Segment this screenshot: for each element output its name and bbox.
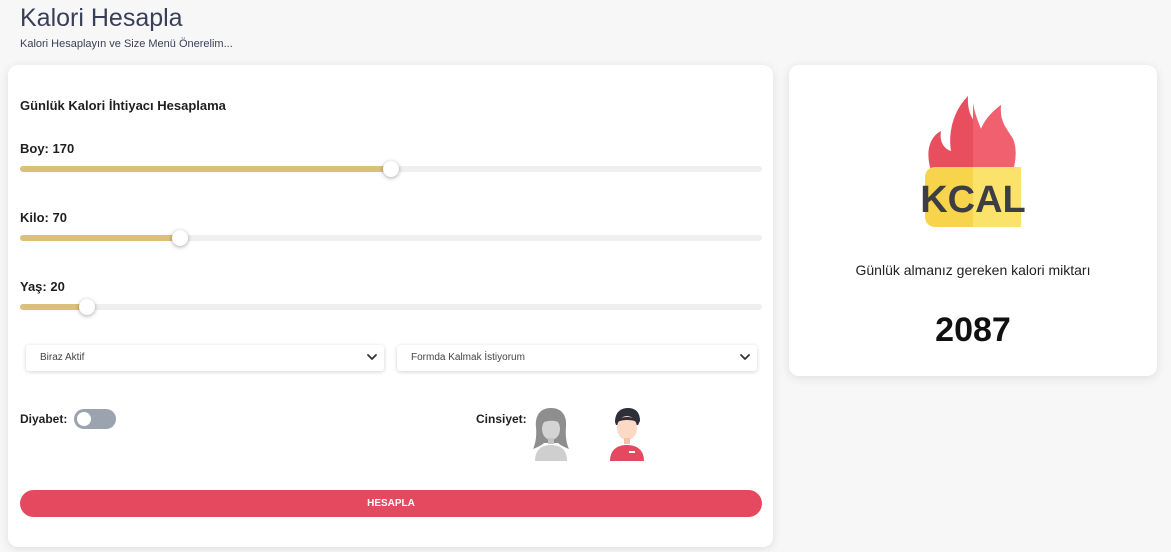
age-label: Yaş: 20 (20, 279, 65, 294)
goal-select-value: Formda Kalmak İstiyorum (411, 352, 525, 363)
activity-select[interactable]: Biraz Aktif (26, 345, 384, 371)
kcal-text: KCAL (920, 179, 1026, 221)
section-title: Günlük Kalori İhtiyacı Hesaplama (20, 98, 226, 113)
slider-thumb[interactable] (383, 161, 399, 177)
calculator-card: Günlük Kalori İhtiyacı Hesaplama Boy: 17… (8, 65, 773, 547)
slider-fill (20, 235, 180, 241)
chevron-down-icon (367, 354, 377, 360)
weight-slider[interactable] (20, 230, 762, 246)
diyabet-label: Diyabet: (20, 412, 68, 426)
result-label: Günlük almanız gereken kalori miktarı (855, 262, 1091, 278)
page-title: Kalori Hesapla (20, 4, 183, 32)
slider-fill (20, 304, 87, 310)
height-slider[interactable] (20, 161, 762, 177)
goal-select[interactable]: Formda Kalmak İstiyorum (397, 345, 757, 371)
slider-fill (20, 166, 391, 172)
page-subtitle: Kalori Hesaplayın ve Size Menü Önerelim.… (20, 38, 233, 50)
slider-thumb[interactable] (171, 230, 188, 246)
weight-label: Kilo: 70 (20, 210, 67, 225)
toggle-knob (77, 412, 91, 426)
kcal-flame-icon: KCAL (920, 96, 1026, 227)
cinsiyet-label: Cinsiyet: (476, 412, 527, 426)
activity-select-value: Biraz Aktif (40, 352, 85, 363)
result-card: KCAL Günlük almanız gereken kalori mikta… (789, 65, 1157, 376)
chevron-down-icon (740, 354, 750, 360)
diyabet-toggle[interactable] (74, 409, 116, 429)
slider-thumb[interactable] (78, 299, 95, 315)
result-value: 2087 (935, 311, 1011, 349)
female-avatar-icon[interactable] (530, 405, 572, 461)
male-avatar-icon[interactable] (606, 405, 648, 461)
calculate-button[interactable]: HESAPLA (20, 490, 762, 517)
age-slider[interactable] (20, 299, 762, 315)
height-label: Boy: 170 (20, 141, 75, 156)
